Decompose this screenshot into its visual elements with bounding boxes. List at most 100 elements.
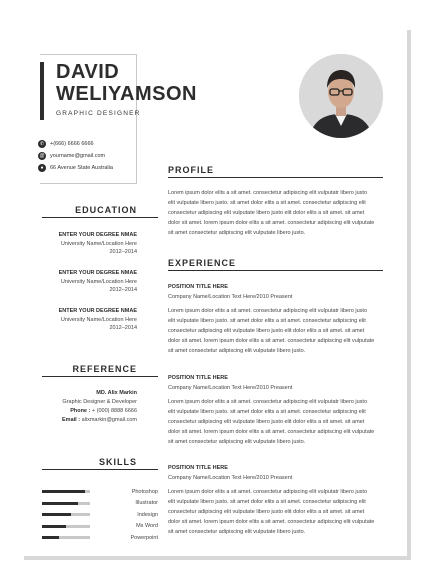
contact-phone-text: +(666) 6666 6666	[50, 141, 94, 147]
education-degree: ENTER YOUR DEGREE NMAE	[58, 308, 137, 314]
name-line-first: DAVID	[56, 61, 120, 83]
profile-paragraph: Lorem ipsum dolor elits a sit amet. cons…	[168, 188, 384, 238]
education-heading: EDUCATION	[75, 205, 137, 215]
experience-rule	[168, 270, 383, 271]
experience-line: Lorem ipsum dolor elits a sit amet. cons…	[168, 399, 368, 405]
name-line-last: WELIYAMSON	[56, 83, 197, 105]
experience-paragraph: Lorem ipsum dolor elits a sit amet. cons…	[168, 487, 384, 537]
job-title: GRAPHIC DESIGNER	[56, 110, 141, 117]
experience-line: consectetur adipiscing elit vulputate li…	[168, 328, 365, 334]
reference-phone: Phone : + (000) 8888 6666	[20, 407, 137, 416]
phone-icon: ✆	[38, 140, 46, 148]
skill-row: Ms Word	[42, 521, 158, 533]
education-school: University Name/Location Here	[60, 316, 137, 323]
experience-line: dolor sit amet. lorem ipsum dolor elits …	[168, 429, 375, 435]
skill-row: Photoshop	[42, 486, 158, 498]
education-years: 2012–2014	[109, 249, 137, 255]
portrait-image	[299, 54, 383, 138]
experience-paragraph: Lorem ipsum dolor elits a sit amet. cons…	[168, 306, 384, 356]
skills-list: Photoshop Illustrator Indesign Ms Word P…	[42, 486, 158, 544]
position-company: Company Name/Location Text Here/2010 Pre…	[168, 294, 293, 300]
skill-name: Illustrator	[135, 500, 158, 507]
experience-line: elit vulputate libero justo. sit amet do…	[168, 318, 366, 324]
education-school: University Name/Location Here	[60, 278, 137, 285]
experience-line: sit amet consectetur adipiscing elit vul…	[168, 439, 306, 445]
position-company: Company Name/Location Text Here/2010 Pre…	[168, 385, 293, 391]
profile-line: dolor sit amet. lorem ipsum dolor elits …	[168, 220, 375, 226]
profile-photo	[299, 54, 383, 138]
education-years: 2012–2014	[109, 287, 137, 293]
skill-name: Ms Word	[136, 523, 158, 530]
header-accent-bar	[40, 62, 44, 120]
skill-level-fill	[42, 524, 66, 528]
experience-line: consectetur adipiscing elit vulputate li…	[168, 419, 365, 425]
skills-heading: SKILLS	[98, 457, 137, 467]
contact-phone: ✆ +(666) 6666 6666	[38, 138, 113, 150]
profile-line: Lorem ipsum dolor elits a sit amet. cons…	[168, 190, 368, 196]
education-school: University Name/Location Here	[60, 240, 137, 247]
skill-row: Powerpoint	[42, 532, 158, 544]
reference-name: MD. Alix Markin	[96, 390, 137, 396]
skill-level-fill	[42, 490, 86, 494]
skill-level-fill	[42, 501, 78, 505]
reference-block: MD. Alix Markin Graphic Designer & Devel…	[20, 389, 137, 425]
reference-role: Graphic Designer & Developer	[62, 399, 137, 405]
experience-line: sit amet consectetur adipiscing elit vul…	[168, 348, 306, 354]
reference-heading: REFERENCE	[72, 364, 137, 374]
resume-page: DAVID WELIYAMSON GRAPHIC DESIGNER ✆ +(66…	[20, 26, 407, 556]
reference-email-value: alixmarkin@gmail.com	[81, 417, 137, 423]
profile-line: sit amet consectetur adipiscing elit vul…	[168, 230, 306, 236]
reference-phone-label: Phone :	[70, 408, 91, 414]
education-degree: ENTER YOUR DEGREE NMAE	[58, 232, 137, 238]
profile-rule	[168, 177, 383, 178]
skill-name: Indesign	[137, 511, 158, 518]
education-degree: ENTER YOUR DEGREE NMAE	[58, 270, 137, 276]
skill-level-bar	[42, 536, 90, 540]
profile-heading: PROFILE	[168, 165, 215, 175]
experience-heading: EXPERIENCE	[168, 258, 237, 268]
email-icon: @	[38, 152, 46, 160]
contact-location: ● 66 Avenue State Australia	[38, 162, 113, 174]
education-item: ENTER YOUR DEGREE NMAE University Name/L…	[20, 269, 137, 295]
experience-line: dolor sit amet. lorem ipsum dolor elits …	[168, 519, 375, 525]
experience-line: elit vulputate libero justo. sit amet do…	[168, 409, 366, 415]
candidate-name: DAVID WELIYAMSON	[56, 61, 197, 105]
experience-paragraph: Lorem ipsum dolor elits a sit amet. cons…	[168, 397, 384, 447]
experience-line: sit amet consectetur adipiscing elit vul…	[168, 529, 306, 535]
education-years: 2012–2014	[109, 325, 137, 331]
skill-name: Photoshop	[131, 488, 158, 495]
position-title: POSITION TITLE HERE	[168, 465, 228, 471]
skill-row: Illustrator	[42, 498, 158, 510]
position-title: POSITION TITLE HERE	[168, 375, 228, 381]
contact-location-text: 66 Avenue State Australia	[50, 165, 113, 171]
experience-line: dolor sit amet. lorem ipsum dolor elits …	[168, 338, 375, 344]
skill-level-bar	[42, 490, 90, 494]
skill-level-bar	[42, 524, 90, 528]
profile-line: elit vulputate libero justo. sit amet do…	[168, 200, 366, 206]
reference-email-label: Email :	[62, 417, 81, 423]
skill-row: Indesign	[42, 509, 158, 521]
reference-rule	[42, 376, 158, 377]
education-rule	[42, 217, 158, 218]
skills-rule	[42, 469, 158, 470]
position-company: Company Name/Location Text Here/2010 Pre…	[168, 475, 293, 481]
experience-line: consectetur adipiscing elit vulputate li…	[168, 509, 365, 515]
contact-list: ✆ +(666) 6666 6666 @ yourname@gmail.com …	[38, 138, 113, 174]
education-item: ENTER YOUR DEGREE NMAE University Name/L…	[20, 307, 137, 333]
contact-email: @ yourname@gmail.com	[38, 150, 113, 162]
skill-level-bar	[42, 513, 90, 517]
experience-line: Lorem ipsum dolor elits a sit amet. cons…	[168, 489, 368, 495]
reference-phone-value: + (000) 8888 6666	[91, 408, 137, 414]
skill-level-bar	[42, 501, 90, 505]
contact-email-text: yourname@gmail.com	[50, 153, 106, 159]
experience-line: Lorem ipsum dolor elits a sit amet. cons…	[168, 308, 368, 314]
reference-email: Email : alixmarkin@gmail.com	[20, 416, 137, 425]
position-title: POSITION TITLE HERE	[168, 284, 228, 290]
location-icon: ●	[38, 164, 46, 172]
education-item: ENTER YOUR DEGREE NMAE University Name/L…	[20, 231, 137, 257]
profile-line: consectetur adipiscing elit vulputate li…	[168, 210, 365, 216]
experience-line: elit vulputate libero justo. sit amet do…	[168, 499, 366, 505]
skill-level-fill	[42, 513, 71, 517]
skill-level-fill	[42, 536, 59, 540]
skill-name: Powerpoint	[130, 534, 158, 541]
